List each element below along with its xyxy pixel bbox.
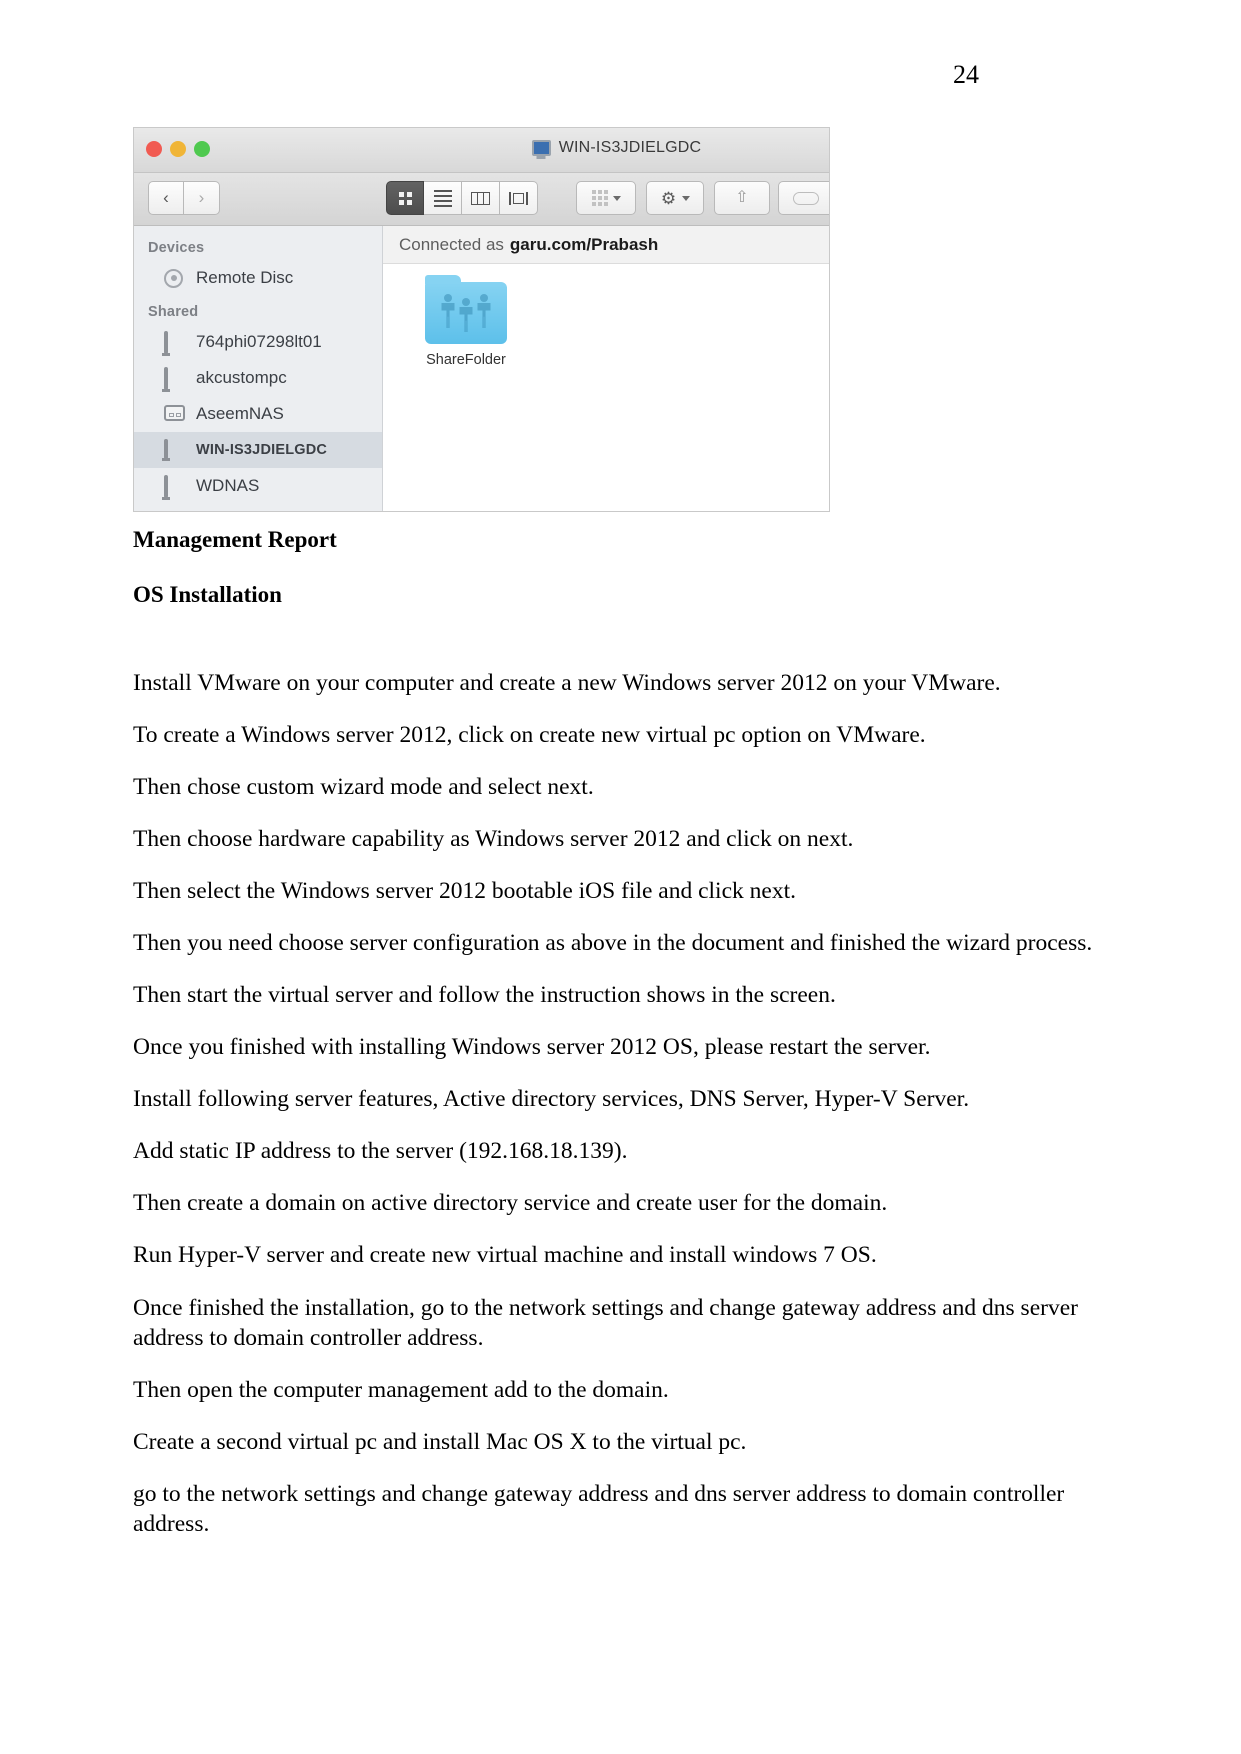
nas-icon (164, 404, 186, 424)
paragraph: To create a Windows server 2012, click o… (133, 721, 926, 748)
tags-button[interactable] (778, 181, 829, 215)
paragraph: Then create a domain on active directory… (133, 1190, 888, 1217)
paragraph: Then start the virtual server and follow… (133, 982, 836, 1009)
grid-icon (398, 191, 412, 205)
heading-spacer (133, 608, 1108, 668)
sidebar-section-shared: Shared (148, 304, 199, 320)
connection-status-bar: Connected as garu.com/Prabash (383, 226, 829, 264)
finder-window-screenshot: WIN-IS3JDIELGDC ‹ › ⚙ ⇧ Devices Remote D… (133, 127, 830, 512)
sidebar-item-wdnas[interactable]: WDNAS (134, 468, 382, 504)
disc-icon (164, 268, 186, 288)
monitor-icon (164, 474, 186, 498)
finder-content-area: Connected as garu.com/Prabash ShareFolde… (383, 226, 829, 511)
file-item-label: ShareFolder (426, 352, 506, 368)
monitor-icon (531, 140, 551, 156)
shared-folder-icon (425, 275, 507, 344)
sidebar-item-label: AseemNAS (196, 404, 284, 423)
paragraph: Then select the Windows server 2012 boot… (133, 877, 796, 904)
gear-icon: ⚙ (660, 188, 677, 208)
paragraph: Add static IP address to the server (192… (133, 1138, 628, 1165)
paragraph: Then open the computer management add to… (133, 1376, 669, 1403)
sidebar-item-label: akcustompc (196, 368, 287, 387)
forward-button[interactable]: › (184, 181, 220, 215)
column-view-button[interactable] (462, 181, 500, 215)
sidebar-item-label: WIN-IS3JDIELGDC (196, 442, 328, 458)
paragraph: Install following server features, Activ… (133, 1086, 970, 1113)
window-title: WIN-IS3JDIELGDC (134, 139, 829, 157)
finder-sidebar: Devices Remote Disc Shared 764phi07298lt… (134, 226, 383, 511)
window-title-text: WIN-IS3JDIELGDC (558, 139, 702, 156)
columns-icon (471, 191, 490, 205)
chevron-down-icon (612, 195, 621, 201)
monitor-icon (164, 330, 186, 354)
paragraph: Once finished the installation, go to th… (133, 1294, 1078, 1351)
view-mode-segmented-control[interactable] (386, 181, 538, 215)
paragraph: Install VMware on your computer and crea… (133, 669, 1001, 696)
paragraph: Then you need choose server configuratio… (133, 929, 1093, 956)
sidebar-section-devices: Devices (148, 240, 205, 256)
sidebar-item-akcustompc[interactable]: akcustompc (134, 360, 382, 396)
coverflow-icon (509, 191, 528, 205)
paragraph: Create a second virtual pc and install M… (133, 1428, 747, 1455)
sidebar-item-aseemnas[interactable]: AseemNAS (134, 396, 382, 432)
heading-management-report: Management Report (133, 527, 337, 552)
coverflow-view-button[interactable] (500, 181, 538, 215)
document-page: 24 WIN-IS3JDIELGDC ‹ › ⚙ ⇧ Devices Remot… (0, 0, 1241, 1754)
list-icon (433, 189, 452, 207)
sidebar-item-label: 764phi07298lt01 (196, 332, 322, 351)
sidebar-item-label: WDNAS (196, 476, 260, 495)
file-item-sharefolder[interactable]: ShareFolder (411, 275, 521, 368)
share-button[interactable]: ⇧ (714, 181, 770, 215)
paragraph: Run Hyper-V server and create new virtua… (133, 1242, 877, 1269)
connected-user: garu.com/Prabash (509, 234, 659, 254)
monitor-icon (164, 438, 186, 460)
connected-as-label: Connected as (399, 234, 504, 254)
chevron-down-icon (682, 195, 690, 201)
finder-titlebar: WIN-IS3JDIELGDC (134, 128, 829, 173)
monitor-icon (164, 366, 186, 390)
share-icon: ⇧ (735, 189, 749, 206)
finder-toolbar: ‹ › ⚙ ⇧ (134, 173, 829, 226)
action-button[interactable]: ⚙ (646, 181, 704, 215)
sidebar-item-win-is3jdielgdc[interactable]: WIN-IS3JDIELGDC (134, 432, 382, 468)
sidebar-item-764phi07298lt01[interactable]: 764phi07298lt01 (134, 324, 382, 360)
heading-os-installation: OS Installation (133, 582, 282, 608)
navigation-buttons[interactable]: ‹ › (148, 181, 220, 215)
paragraph: Then choose hardware capability as Windo… (133, 825, 854, 852)
file-grid: ShareFolder (383, 264, 829, 368)
finder-body: Devices Remote Disc Shared 764phi07298lt… (134, 226, 829, 511)
sidebar-item-label: Remote Disc (196, 268, 294, 287)
paragraph: Once you finished with installing Window… (133, 1034, 931, 1061)
tag-icon (793, 191, 819, 205)
icon-view-button[interactable] (386, 181, 424, 215)
arrange-button[interactable] (576, 181, 636, 215)
sidebar-item-remote-disc[interactable]: Remote Disc (134, 260, 382, 296)
arrange-icon (591, 190, 608, 206)
paragraph: go to the network settings and change ga… (133, 1480, 1065, 1537)
back-button[interactable]: ‹ (148, 181, 184, 215)
list-view-button[interactable] (424, 181, 462, 215)
paragraph: Then chose custom wizard mode and select… (133, 773, 594, 800)
page-number: 24 (953, 60, 979, 89)
document-body: Management Report OS Installation Instal… (133, 527, 1108, 1561)
